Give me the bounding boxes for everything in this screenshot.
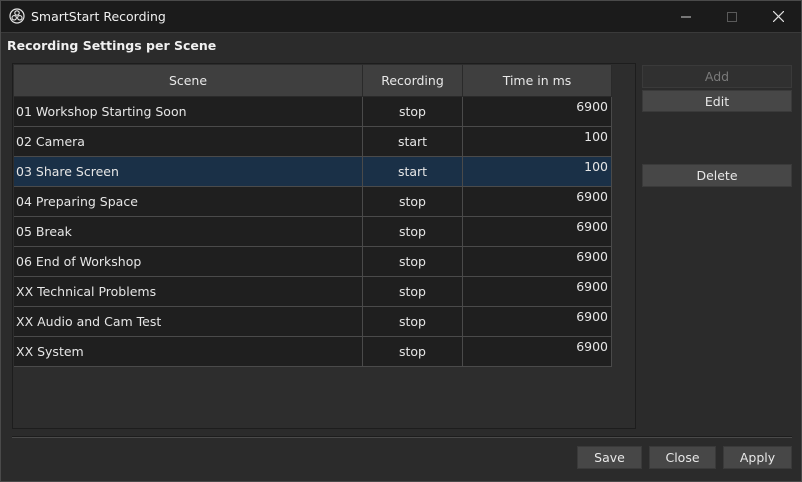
close-window-button[interactable] [755, 1, 801, 32]
window-title: SmartStart Recording [31, 9, 166, 24]
table-row[interactable]: XX Technical Problems stop 6900 [14, 277, 612, 307]
time-cell[interactable]: 6900 [463, 337, 612, 367]
scene-cell[interactable]: XX Technical Problems [14, 277, 363, 307]
time-cell[interactable]: 6900 [463, 187, 612, 217]
table-row[interactable]: 02 Camera start 100 [14, 127, 612, 157]
table-row[interactable]: 04 Preparing Space stop 6900 [14, 187, 612, 217]
footer-divider [12, 436, 792, 438]
table-body: 01 Workshop Starting Soon stop 6900 02 C… [14, 97, 612, 367]
scene-cell[interactable]: 05 Break [14, 217, 363, 247]
recording-cell[interactable]: stop [363, 217, 463, 247]
title-bar[interactable]: SmartStart Recording [1, 1, 801, 33]
recording-cell[interactable]: start [363, 127, 463, 157]
table-row[interactable]: 05 Break stop 6900 [14, 217, 612, 247]
section-heading: Recording Settings per Scene [7, 38, 217, 53]
scene-cell[interactable]: 03 Share Screen [14, 157, 363, 187]
scene-cell[interactable]: XX System [14, 337, 363, 367]
table-row[interactable]: 01 Workshop Starting Soon stop 6900 [14, 97, 612, 127]
column-header-recording[interactable]: Recording [363, 65, 463, 97]
close-button[interactable]: Close [649, 446, 716, 469]
recording-cell[interactable]: start [363, 157, 463, 187]
scene-cell[interactable]: 06 End of Workshop [14, 247, 363, 277]
recording-cell[interactable]: stop [363, 247, 463, 277]
scene-cell[interactable]: XX Audio and Cam Test [14, 307, 363, 337]
recording-cell[interactable]: stop [363, 337, 463, 367]
time-cell[interactable]: 6900 [463, 277, 612, 307]
dialog-window: SmartStart Recording Recording Settings … [0, 0, 802, 482]
close-icon [772, 7, 784, 26]
apply-button[interactable]: Apply [723, 446, 792, 469]
table-row-selected[interactable]: 03 Share Screen start 100 [14, 157, 612, 187]
table-row[interactable]: 06 End of Workshop stop 6900 [14, 247, 612, 277]
minimize-button[interactable] [663, 1, 709, 32]
scene-cell[interactable]: 04 Preparing Space [14, 187, 363, 217]
table-row[interactable]: XX Audio and Cam Test stop 6900 [14, 307, 612, 337]
save-button[interactable]: Save [577, 446, 642, 469]
recording-cell[interactable]: stop [363, 307, 463, 337]
scene-cell[interactable]: 02 Camera [14, 127, 363, 157]
time-cell[interactable]: 100 [463, 127, 612, 157]
time-cell[interactable]: 6900 [463, 97, 612, 127]
table-header: Scene Recording Time in ms [14, 65, 612, 97]
recording-cell[interactable]: stop [363, 97, 463, 127]
minimize-icon [681, 7, 691, 26]
scene-settings-table[interactable]: Scene Recording Time in ms 01 Workshop S… [12, 63, 636, 429]
time-cell[interactable]: 6900 [463, 247, 612, 277]
scene-cell[interactable]: 01 Workshop Starting Soon [14, 97, 363, 127]
edit-button[interactable]: Edit [642, 90, 792, 112]
column-header-scene[interactable]: Scene [14, 65, 363, 97]
table-row[interactable]: XX System stop 6900 [14, 337, 612, 367]
column-header-time[interactable]: Time in ms [463, 65, 612, 97]
maximize-button[interactable] [709, 1, 755, 32]
recording-cell[interactable]: stop [363, 187, 463, 217]
obs-logo-icon [9, 8, 25, 24]
time-cell[interactable]: 100 [463, 157, 612, 187]
recording-cell[interactable]: stop [363, 277, 463, 307]
time-cell[interactable]: 6900 [463, 307, 612, 337]
delete-button[interactable]: Delete [642, 164, 792, 187]
add-button[interactable]: Add [642, 65, 792, 88]
maximize-icon [727, 7, 737, 26]
time-cell[interactable]: 6900 [463, 217, 612, 247]
